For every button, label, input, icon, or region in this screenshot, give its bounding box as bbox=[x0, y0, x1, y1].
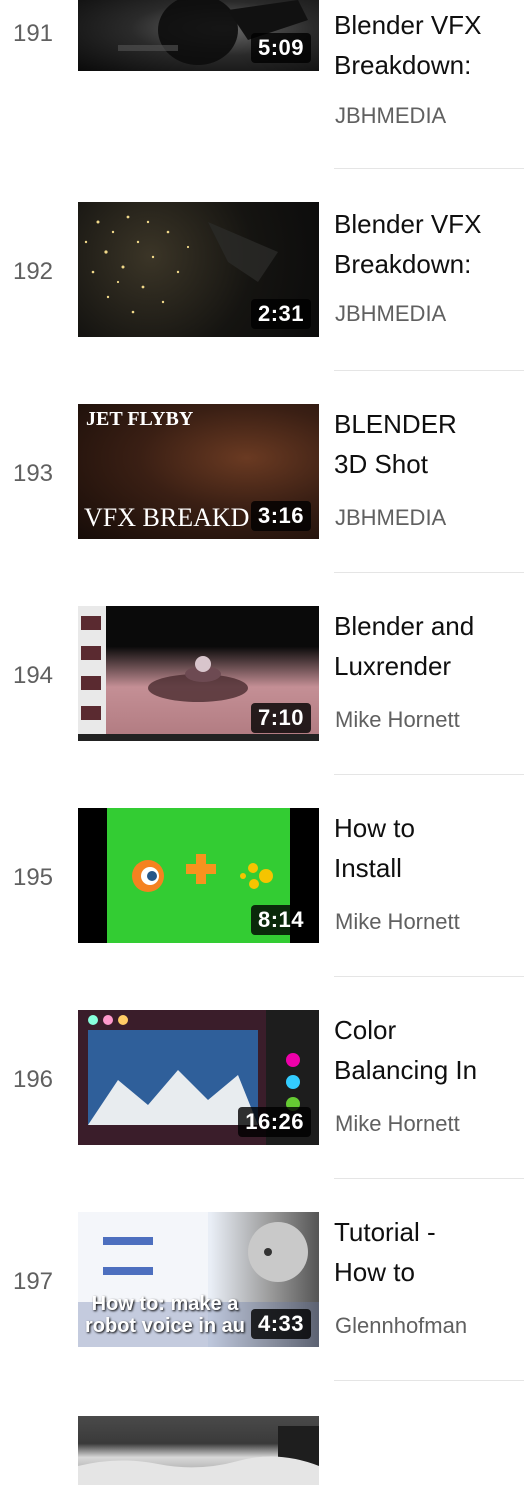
list-item[interactable]: 196 16:26 Color Balancing In Mike Hornet… bbox=[0, 1010, 524, 1212]
thumbnail-art bbox=[78, 1426, 319, 1485]
video-list: 191 5:09 Blender VFX Breakdown: JBHMEDIA… bbox=[0, 0, 524, 1485]
channel-name[interactable]: Mike Hornett bbox=[335, 1111, 460, 1137]
duration-badge: 3:16 bbox=[250, 501, 311, 531]
duration-badge: 4:33 bbox=[250, 1309, 311, 1339]
video-title[interactable]: Blender and Luxrender bbox=[334, 606, 524, 686]
video-thumbnail[interactable]: 2:31 bbox=[78, 202, 319, 337]
channel-name[interactable]: Mike Hornett bbox=[335, 707, 460, 733]
video-title[interactable]: Tutorial - How to bbox=[334, 1212, 524, 1292]
channel-name[interactable]: JBHMEDIA bbox=[335, 505, 446, 531]
divider bbox=[334, 774, 524, 775]
channel-name[interactable]: Mike Hornett bbox=[335, 909, 460, 935]
duration-badge: 8:14 bbox=[250, 905, 311, 935]
video-title[interactable]: BLENDER 3D Shot bbox=[334, 404, 524, 484]
divider bbox=[334, 976, 524, 977]
divider bbox=[334, 168, 524, 169]
video-thumbnail[interactable]: 7:10 bbox=[78, 606, 319, 741]
list-item[interactable]: 192 2:31 Blender VFX Breakdown: JBHMEDIA bbox=[0, 202, 524, 404]
duration-badge: 16:26 bbox=[238, 1107, 311, 1137]
item-index: 197 bbox=[12, 1268, 54, 1295]
list-item[interactable]: 197 How to: make a robot voice in au 4:3… bbox=[0, 1212, 524, 1414]
thumbnail-caption: How to: make a robot voice in au bbox=[84, 1293, 246, 1337]
item-index: 194 bbox=[12, 662, 54, 689]
divider bbox=[334, 1380, 524, 1381]
video-title[interactable]: How to Install bbox=[334, 808, 524, 888]
item-index: 193 bbox=[12, 460, 54, 487]
duration-badge: 7:10 bbox=[250, 703, 311, 733]
video-thumbnail[interactable]: 5:09 bbox=[78, 0, 319, 71]
video-thumbnail[interactable]: How to: make a robot voice in au 4:33 bbox=[78, 1212, 319, 1347]
list-item[interactable] bbox=[0, 1414, 524, 1485]
channel-name[interactable]: Glennhofman bbox=[335, 1313, 467, 1339]
item-index: 191 bbox=[12, 20, 54, 47]
item-index: 196 bbox=[12, 1066, 54, 1093]
divider bbox=[334, 1178, 524, 1179]
video-title[interactable]: Blender VFX Breakdown: bbox=[334, 204, 524, 284]
list-item[interactable]: 191 5:09 Blender VFX Breakdown: JBHMEDIA bbox=[0, 0, 524, 202]
video-title[interactable]: Blender VFX Breakdown: bbox=[334, 5, 524, 85]
list-item[interactable]: 194 7:10 Blender and Luxrender Mike Horn… bbox=[0, 606, 524, 808]
thumbnail-text-bottom: VFX BREAKD bbox=[84, 503, 250, 532]
video-thumbnail[interactable] bbox=[78, 1416, 319, 1485]
duration-badge: 2:31 bbox=[250, 299, 311, 329]
video-thumbnail[interactable]: 16:26 bbox=[78, 1010, 319, 1145]
video-thumbnail[interactable]: 8:14 bbox=[78, 808, 319, 943]
item-index: 192 bbox=[12, 258, 54, 285]
divider bbox=[334, 572, 524, 573]
list-item[interactable]: 195 8:14 How to Install Mike Hornett bbox=[0, 808, 524, 1010]
thumbnail-text-top: JET FLYBY bbox=[86, 408, 194, 430]
list-item[interactable]: 193 JET FLYBY VFX BREAKD 3:16 BLENDER 3D… bbox=[0, 404, 524, 606]
video-title[interactable]: Color Balancing In bbox=[334, 1010, 524, 1090]
duration-badge: 5:09 bbox=[250, 33, 311, 63]
channel-name[interactable]: JBHMEDIA bbox=[335, 103, 446, 129]
divider bbox=[334, 370, 524, 371]
video-thumbnail[interactable]: JET FLYBY VFX BREAKD 3:16 bbox=[78, 404, 319, 539]
channel-name[interactable]: JBHMEDIA bbox=[335, 301, 446, 327]
item-index: 195 bbox=[12, 864, 54, 891]
